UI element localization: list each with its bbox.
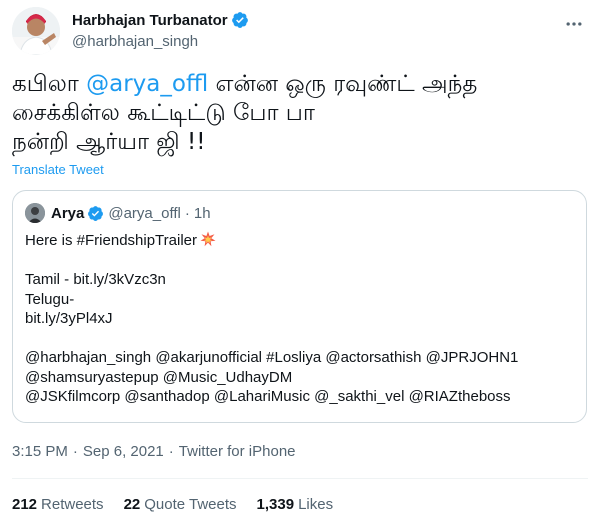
- tweet-header: Harbhajan Turbanator @harbhajan_singh: [0, 0, 600, 60]
- likes-stat[interactable]: 1,339 Likes: [257, 496, 334, 513]
- quoted-line-7: @harbhajan_singh @akarjunofficial #Losli…: [25, 349, 519, 366]
- quote-tweets-label: Quote Tweets: [144, 496, 237, 513]
- quoted-line-1-text: Here is #FriendshipTrailer: [25, 232, 198, 249]
- tweet-text-line-1-prefix: கபிலா: [12, 71, 87, 97]
- author-display-name[interactable]: Harbhajan Turbanator: [72, 12, 228, 29]
- quoted-line-1: Here is #FriendshipTrailer: [25, 231, 575, 251]
- quoted-timestamp[interactable]: 1h: [194, 205, 211, 222]
- quoted-line-2: [25, 251, 575, 271]
- meta-separator-2: ·: [168, 443, 174, 460]
- quote-tweets-stat[interactable]: 22 Quote Tweets: [124, 496, 237, 513]
- quoted-author-handle[interactable]: @arya_offl: [108, 205, 181, 222]
- tweet-text-line-1-suffix: என்ன ஒரு ரவுண்ட் அந்த: [208, 71, 478, 97]
- author-avatar[interactable]: [12, 7, 60, 55]
- tweet-meta: 3:15 PM · Sep 6, 2021 · Twitter for iPho…: [12, 443, 296, 460]
- retweets-count: 212: [12, 496, 38, 513]
- retweets-label: Retweets: [41, 496, 104, 513]
- author-info: Harbhajan Turbanator @harbhajan_singh: [72, 10, 249, 50]
- tweet-text-line-3: நன்றி ஆர்யா ஜி !!: [12, 129, 206, 155]
- tweet-text: கபிலா @arya_offl என்ன ஒரு ரவுண்ட் அந்த ச…: [12, 70, 582, 157]
- quoted-verified-badge-icon: [88, 205, 104, 221]
- quoted-tweet-card[interactable]: Arya @arya_offl · 1h Here is #Friendship…: [12, 190, 587, 423]
- quoted-tweet-header: Arya @arya_offl · 1h: [25, 203, 211, 223]
- likes-label: Likes: [298, 496, 334, 513]
- quoted-line-3: Tamil - bit.ly/3kVzc3n: [25, 271, 166, 288]
- quoted-separator-dot: ·: [184, 204, 190, 222]
- likes-count: 1,339: [256, 496, 295, 513]
- collision-icon: [200, 231, 216, 247]
- quoted-line-9: @JSKfilmcorp @santhadop @LahariMusic @_s…: [25, 388, 511, 405]
- stats-divider: [12, 478, 588, 479]
- author-handle[interactable]: @harbhajan_singh: [72, 33, 249, 50]
- quoted-tweet-body: Here is #FriendshipTrailer Tamil - bit.l…: [25, 231, 575, 407]
- tweet-text-line-1: கபிலா @arya_offl என்ன ஒரு ரவுண்ட் அந்த: [12, 70, 582, 99]
- translate-tweet-link[interactable]: Translate Tweet: [12, 162, 104, 177]
- quoted-author-avatar[interactable]: [25, 203, 45, 223]
- tweet-stats: 212 Retweets 22 Quote Tweets 1,339 Likes: [12, 496, 353, 513]
- retweets-stat[interactable]: 212 Retweets: [12, 496, 104, 513]
- meta-separator-1: ·: [72, 443, 78, 460]
- more-horizontal-icon: [566, 22, 582, 26]
- tweet-source-link[interactable]: Twitter for iPhone: [179, 443, 296, 460]
- tweet-date[interactable]: Sep 6, 2021: [83, 443, 164, 460]
- tweet-time[interactable]: 3:15 PM: [12, 443, 68, 460]
- quote-tweets-count: 22: [123, 496, 141, 513]
- quoted-line-8: @shamsuryastepup @Music_UdhayDM: [25, 368, 293, 386]
- author-avatar-image: [12, 7, 60, 55]
- quoted-author-avatar-image: [25, 203, 45, 223]
- verified-badge-icon: [231, 12, 248, 28]
- tweet-text-line-2: சைக்கிள்ல கூட்டிட்டு போ பா: [12, 100, 315, 126]
- quoted-line-6: [25, 329, 575, 349]
- more-options-button[interactable]: [562, 12, 586, 36]
- quoted-line-4: Telugu-: [25, 290, 75, 308]
- quoted-line-5: bit.ly/3yPl4xJ: [25, 310, 113, 327]
- quoted-author-display-name[interactable]: Arya: [51, 205, 84, 222]
- mention-link-arya[interactable]: @arya_offl: [86, 71, 208, 97]
